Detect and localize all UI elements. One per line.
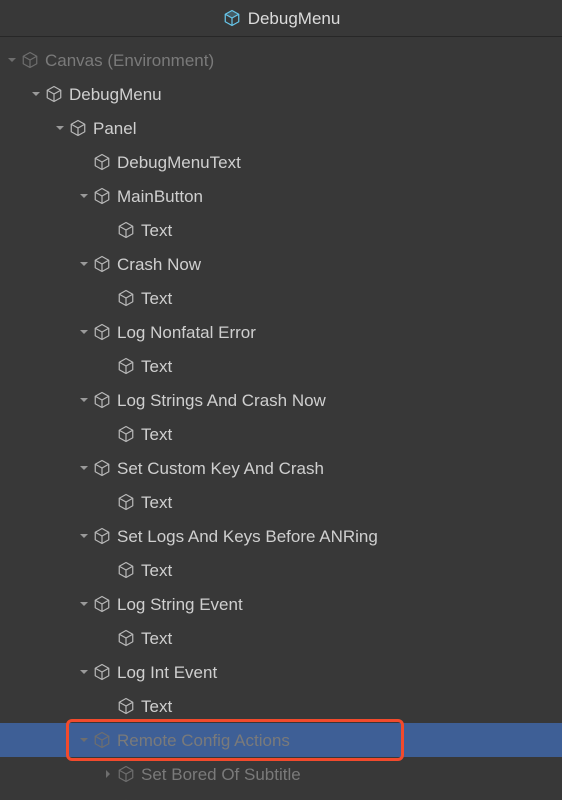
node-label: Log String Event	[117, 596, 243, 613]
chevron-down-icon[interactable]	[78, 598, 90, 610]
chevron-down-icon[interactable]	[30, 88, 42, 100]
header-title: DebugMenu	[248, 10, 341, 27]
node-label: DebugMenuText	[117, 154, 241, 171]
node-label: Text	[141, 358, 172, 375]
node-label: Text	[141, 426, 172, 443]
tree-row-logstringscrash[interactable]: Log Strings And Crash Now	[0, 383, 562, 417]
gameobject-icon	[116, 356, 136, 376]
gameobject-icon	[68, 118, 88, 138]
gameobject-icon	[92, 662, 112, 682]
tree-row-debugmenutext[interactable]: DebugMenuText	[0, 145, 562, 179]
node-label: Set Logs And Keys Before ANRing	[117, 528, 378, 545]
tree-row-setbored[interactable]: Set Bored Of Subtitle	[0, 757, 562, 791]
gameobject-icon	[116, 628, 136, 648]
chevron-down-icon[interactable]	[78, 394, 90, 406]
chevron-down-icon[interactable]	[78, 190, 90, 202]
node-label: Panel	[93, 120, 136, 137]
node-label: Text	[141, 630, 172, 647]
hierarchy-tree[interactable]: Canvas (Environment) DebugMenu Panel Deb…	[0, 37, 562, 800]
chevron-down-icon[interactable]	[78, 326, 90, 338]
chevron-down-icon[interactable]	[78, 734, 90, 746]
gameobject-icon	[92, 730, 112, 750]
tree-row-lognonfatal[interactable]: Log Nonfatal Error	[0, 315, 562, 349]
node-label: Canvas (Environment)	[45, 52, 214, 69]
gameobject-icon	[92, 390, 112, 410]
node-label: Text	[141, 290, 172, 307]
chevron-down-icon[interactable]	[78, 462, 90, 474]
gameobject-icon	[116, 560, 136, 580]
node-label: Text	[141, 562, 172, 579]
gameobject-icon	[92, 322, 112, 342]
tree-row-logstringevent-text[interactable]: Text	[0, 621, 562, 655]
chevron-down-icon[interactable]	[54, 122, 66, 134]
hierarchy-window: DebugMenu Canvas (Environment) DebugMenu…	[0, 0, 562, 800]
tree-row-crashnow[interactable]: Crash Now	[0, 247, 562, 281]
gameobject-icon	[116, 696, 136, 716]
node-label: Text	[141, 698, 172, 715]
gameobject-icon	[92, 152, 112, 172]
node-label: Crash Now	[117, 256, 201, 273]
prefab-icon	[222, 8, 242, 28]
chevron-down-icon[interactable]	[78, 530, 90, 542]
node-label: DebugMenu	[69, 86, 162, 103]
tree-row-logintevent-text[interactable]: Text	[0, 689, 562, 723]
gameobject-icon	[116, 492, 136, 512]
chevron-down-icon[interactable]	[78, 258, 90, 270]
node-label: Log Nonfatal Error	[117, 324, 256, 341]
node-label: Log Int Event	[117, 664, 217, 681]
chevron-right-icon[interactable]	[102, 768, 114, 780]
node-label: Remote Config Actions	[117, 732, 290, 749]
node-label: Set Bored Of Subtitle	[141, 766, 301, 783]
gameobject-icon	[116, 424, 136, 444]
tree-row-canvas[interactable]: Canvas (Environment)	[0, 43, 562, 77]
node-label: Text	[141, 222, 172, 239]
gameobject-icon	[92, 254, 112, 274]
tree-row-crashnow-text[interactable]: Text	[0, 281, 562, 315]
tree-row-mainbutton[interactable]: MainButton	[0, 179, 562, 213]
chevron-down-icon[interactable]	[78, 666, 90, 678]
gameobject-icon	[92, 526, 112, 546]
chevron-down-icon[interactable]	[6, 54, 18, 66]
tree-row-customkey-text[interactable]: Text	[0, 485, 562, 519]
tree-row-setenjoys[interactable]: Set Enjoys Subtitle	[0, 791, 562, 800]
tree-row-customkey[interactable]: Set Custom Key And Crash	[0, 451, 562, 485]
gameobject-icon	[116, 764, 136, 784]
tree-row-logsanr[interactable]: Set Logs And Keys Before ANRing	[0, 519, 562, 553]
tree-row-logintevent[interactable]: Log Int Event	[0, 655, 562, 689]
gameobject-icon	[92, 458, 112, 478]
tree-row-debugmenu-node[interactable]: DebugMenu	[0, 77, 562, 111]
tree-row-lognonfatal-text[interactable]: Text	[0, 349, 562, 383]
tree-row-remoteconfig[interactable]: Remote Config Actions	[0, 723, 562, 757]
node-label: Text	[141, 494, 172, 511]
header-bar: DebugMenu	[0, 0, 562, 37]
gameobject-icon	[44, 84, 64, 104]
gameobject-icon	[92, 594, 112, 614]
gameobject-icon	[92, 186, 112, 206]
tree-row-logsanr-text[interactable]: Text	[0, 553, 562, 587]
tree-row-logstringscrash-text[interactable]: Text	[0, 417, 562, 451]
tree-row-mainbutton-text[interactable]: Text	[0, 213, 562, 247]
gameobject-icon	[116, 220, 136, 240]
tree-row-logstringevent[interactable]: Log String Event	[0, 587, 562, 621]
node-label: Log Strings And Crash Now	[117, 392, 326, 409]
gameobject-icon	[116, 288, 136, 308]
node-label: MainButton	[117, 188, 203, 205]
gameobject-icon	[20, 50, 40, 70]
tree-row-panel[interactable]: Panel	[0, 111, 562, 145]
node-label: Set Custom Key And Crash	[117, 460, 324, 477]
